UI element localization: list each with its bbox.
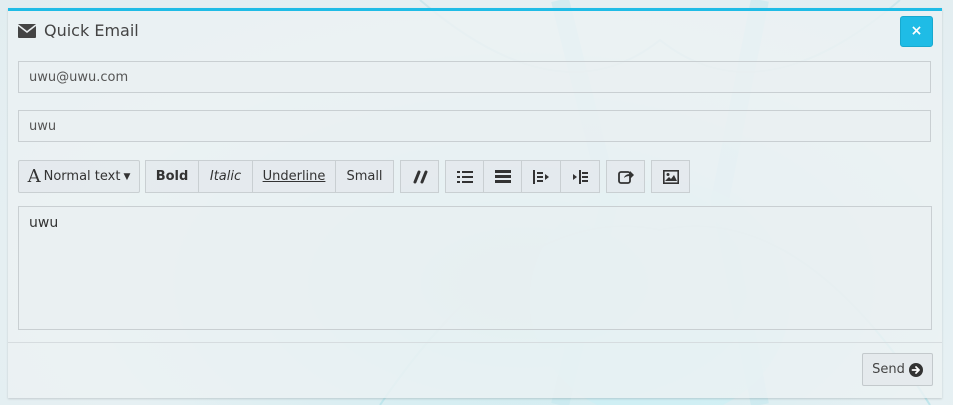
- subject-field[interactable]: uwu: [18, 110, 931, 142]
- box-title: Quick Email: [44, 21, 139, 40]
- box-header: Quick Email: [18, 21, 139, 40]
- indent-button[interactable]: [560, 160, 600, 193]
- quote-icon: [413, 170, 427, 183]
- indent-icon: [573, 169, 588, 184]
- share-icon: [617, 170, 634, 184]
- list-ul-icon: [456, 170, 473, 183]
- message-editor[interactable]: uwu: [18, 206, 932, 330]
- bold-button[interactable]: Bold: [145, 160, 199, 193]
- envelope-icon: [18, 23, 36, 38]
- unordered-list-button[interactable]: [445, 160, 484, 193]
- close-button[interactable]: ×: [900, 16, 933, 47]
- arrow-circle-right-icon: [908, 362, 923, 377]
- italic-button[interactable]: Italic: [198, 160, 253, 193]
- small-button[interactable]: Small: [335, 160, 394, 193]
- font-size-dropdown[interactable]: A Normal text ▼: [18, 160, 140, 193]
- ordered-list-button[interactable]: [483, 160, 522, 193]
- insert-image-button[interactable]: [651, 160, 690, 193]
- font-size-label: Normal text: [43, 169, 121, 184]
- image-icon: [662, 169, 679, 184]
- send-label: Send: [872, 362, 905, 377]
- outdent-icon: [533, 169, 549, 184]
- caret-down-icon: ▼: [123, 171, 131, 182]
- email-to-field[interactable]: uwu@uwu.com: [18, 61, 931, 93]
- list-ol-icon: [494, 169, 511, 183]
- link-button[interactable]: [606, 160, 645, 193]
- footer-divider: [8, 342, 942, 343]
- underline-button[interactable]: Underline: [252, 160, 336, 193]
- quick-email-box: Quick Email × uwu@uwu.com uwu A Normal t…: [8, 8, 942, 398]
- outdent-button[interactable]: [521, 160, 561, 193]
- send-button[interactable]: Send: [862, 353, 933, 386]
- font-icon: A: [27, 166, 41, 187]
- blockquote-button[interactable]: [400, 160, 439, 193]
